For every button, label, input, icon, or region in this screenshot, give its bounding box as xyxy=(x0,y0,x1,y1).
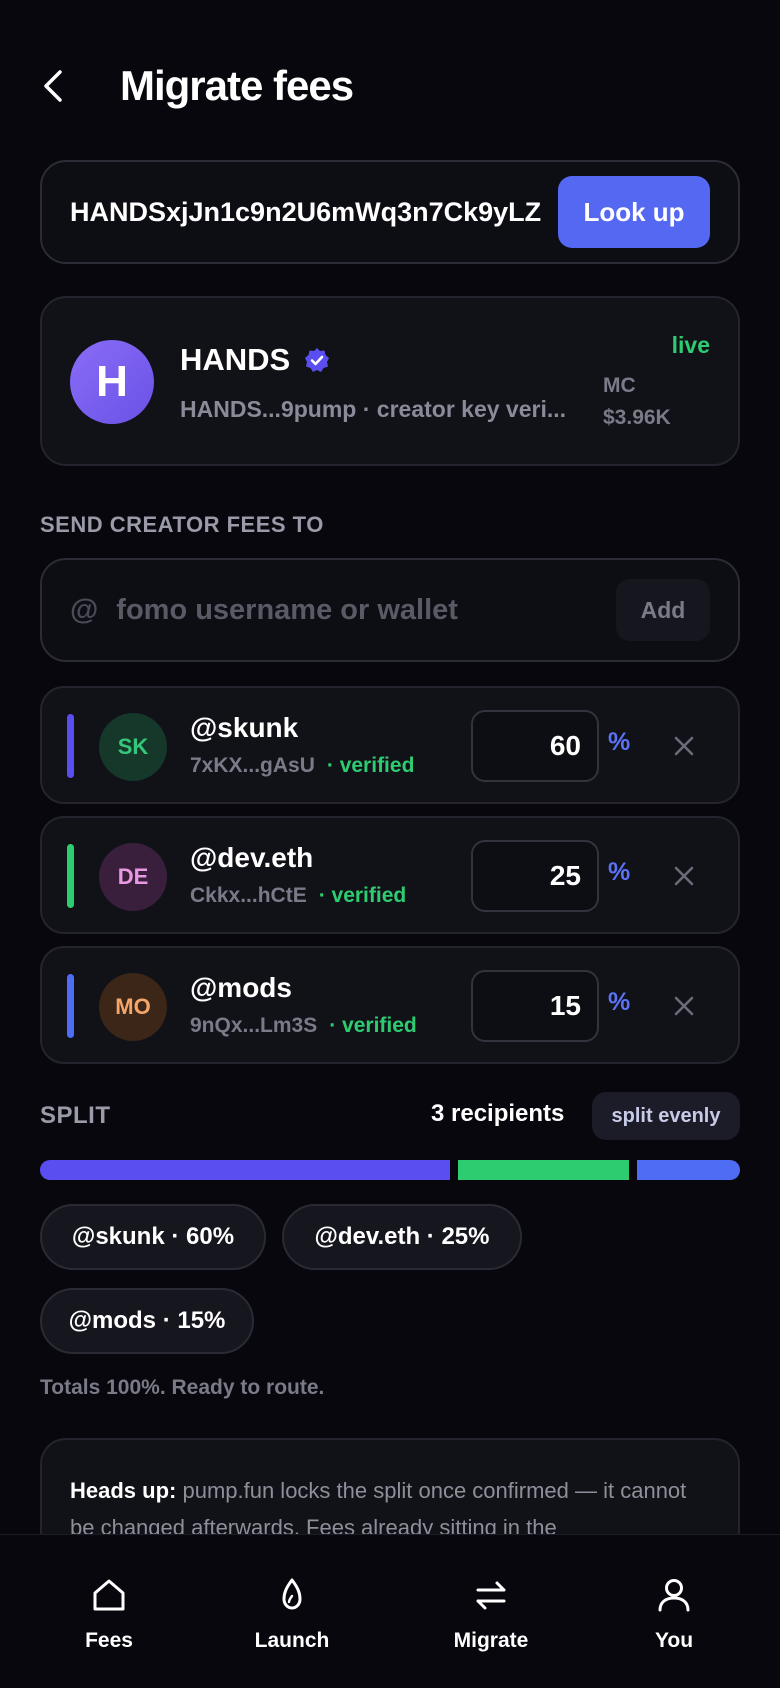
tab-migrate[interactable]: Migrate xyxy=(421,1575,561,1653)
token-card: H HANDS HANDS...9pump · creator key veri… xyxy=(40,296,740,466)
token-avatar: H xyxy=(70,340,154,424)
add-button[interactable]: Add xyxy=(616,579,710,641)
recipient-handle: @skunk xyxy=(190,712,299,743)
percent-input[interactable]: 60 xyxy=(471,710,599,782)
recipient-wallet-row: 9nQx...Lm3S · verified xyxy=(190,1014,417,1038)
recipient-wallet: 7xKX...gAsU xyxy=(190,754,315,777)
look-up-button[interactable]: Look up xyxy=(558,176,710,248)
tab-label: Migrate xyxy=(453,1629,529,1652)
swap-arrows-icon xyxy=(476,1581,506,1610)
tab-launch[interactable]: Launch xyxy=(222,1575,362,1653)
split-segment xyxy=(40,1160,451,1180)
recipient-accent-bar xyxy=(67,974,74,1038)
tab-fees[interactable]: Fees xyxy=(39,1575,179,1653)
mint-address-input[interactable]: HANDSxjJn1c9n2U6mWq3n7Ck9yLZ xyxy=(70,197,558,228)
split-evenly-button[interactable]: split evenly xyxy=(592,1092,740,1140)
recipient-count: 3 recipients xyxy=(431,1100,565,1127)
token-name: HANDS xyxy=(180,342,291,377)
recipient-card: SK @skunk 7xKX...gAsU · verified 60 % xyxy=(40,686,740,804)
page-title: Migrate fees xyxy=(120,62,354,109)
split-chip: @mods · 15% xyxy=(40,1288,254,1354)
split-chip: @skunk · 60% xyxy=(40,1204,266,1270)
chevron-left-icon xyxy=(44,70,62,102)
split-segment xyxy=(637,1160,740,1180)
flame-icon xyxy=(282,1578,302,1610)
recipient-input[interactable] xyxy=(116,593,616,627)
tab-label: Launch xyxy=(254,1629,330,1652)
avatar: MO xyxy=(99,973,167,1041)
close-icon xyxy=(674,736,694,756)
mint-lookup-field[interactable]: HANDSxjJn1c9n2U6mWq3n7Ck9yLZ Look up xyxy=(40,160,740,264)
back-button[interactable] xyxy=(40,64,84,108)
avatar: DE xyxy=(99,843,167,911)
split-chip: @dev.eth · 25% xyxy=(282,1204,522,1270)
remove-recipient-button[interactable] xyxy=(666,728,702,764)
percent-sign: % xyxy=(608,988,631,1016)
tab-label: You xyxy=(654,1629,694,1652)
close-icon xyxy=(674,866,694,886)
split-label: SPLIT xyxy=(40,1102,111,1129)
verified-label: · verified xyxy=(326,754,415,777)
user-icon xyxy=(658,1579,690,1612)
remove-recipient-button[interactable] xyxy=(666,988,702,1024)
header: Migrate fees xyxy=(40,56,354,116)
token-name-row: HANDS xyxy=(180,342,330,378)
recipient-handle: @dev.eth xyxy=(190,842,314,873)
recipient-card: MO @mods 9nQx...Lm3S · verified 15 % xyxy=(40,946,740,1064)
recipient-wallet: Ckkx...hCtE xyxy=(190,884,307,907)
verified-label: · verified xyxy=(329,1014,417,1037)
recipient-accent-bar xyxy=(67,714,74,778)
close-icon xyxy=(674,996,694,1016)
status-badge: live xyxy=(671,332,710,358)
notice-title: Heads up: xyxy=(70,1478,177,1503)
at-icon: @ xyxy=(70,593,99,626)
split-bar xyxy=(40,1160,740,1180)
totals-text: Totals 100%. Ready to route. xyxy=(40,1376,325,1399)
remove-recipient-button[interactable] xyxy=(666,858,702,894)
recipient-handle: @mods xyxy=(190,972,292,1003)
recipient-accent-bar xyxy=(67,844,74,908)
home-icon xyxy=(93,1579,125,1611)
market-cap-label: MC xyxy=(603,374,636,397)
split-segment xyxy=(458,1160,630,1180)
bottom-tab-bar: Fees Launch Migrate You xyxy=(0,1534,780,1688)
token-subtitle: HANDS...9pump · creator key veri... xyxy=(180,396,567,422)
send-fees-label: SEND CREATOR FEES TO xyxy=(40,512,324,537)
verified-label: · verified xyxy=(318,884,407,907)
tab-label: Fees xyxy=(85,1629,133,1652)
percent-input[interactable]: 25 xyxy=(471,840,599,912)
add-recipient-field[interactable]: @ Add xyxy=(40,558,740,662)
verified-badge-icon xyxy=(305,348,330,372)
avatar: SK xyxy=(99,713,167,781)
percent-sign: % xyxy=(608,858,631,886)
recipient-card: DE @dev.eth Ckkx...hCtE · verified 25 % xyxy=(40,816,740,934)
recipient-wallet-row: 7xKX...gAsU · verified xyxy=(190,754,414,778)
percent-input[interactable]: 15 xyxy=(471,970,599,1042)
recipient-wallet: 9nQx...Lm3S xyxy=(190,1014,318,1037)
market-cap-value: $3.96K xyxy=(603,406,671,429)
tab-you[interactable]: You xyxy=(604,1575,744,1653)
percent-sign: % xyxy=(608,728,631,756)
recipient-wallet-row: Ckkx...hCtE · verified xyxy=(190,884,406,908)
